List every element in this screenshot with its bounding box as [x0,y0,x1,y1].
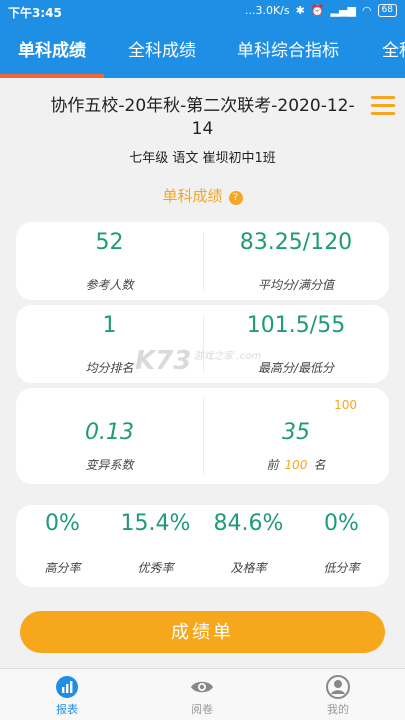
user-icon [326,675,350,699]
excellent-rate-label: 优秀率 [137,561,174,575]
nav-grading-label: 阅卷 [191,703,213,716]
bottom-nav: 报表 阅卷 我的 [0,668,405,720]
nav-reports-label: 报表 [56,703,78,716]
signal-icon: ▂▄▆ [330,4,356,17]
participants-label: 参考人数 [85,278,134,292]
status-bar: 下午3:45 ...3.0K/s ✱ ⏰ ▂▄▆ ◠ 68 [0,0,405,24]
top-rank-value: 35 [282,420,310,445]
bluetooth-icon: ✱ [295,4,305,17]
high-rate-value: 0% [45,511,80,536]
pass-rate-value: 84.6% [213,511,284,536]
menu-icon[interactable] [371,96,395,116]
avg-full-value: 83.25/120 [239,230,353,255]
rates-card: 0% 高分率 15.4% 优秀率 84.6% 及格率 0% 低分率 [16,505,389,587]
stats-card-3: 0.13 变异系数 100 35 前 100 名 [16,388,389,484]
top-rank-label: 前 100 名 [266,458,326,472]
low-rate-label: 低分率 [323,561,360,575]
avg-rank-value: 1 [102,313,117,338]
wifi-icon: ◠ [361,4,372,17]
nav-grading[interactable]: 阅卷 [162,675,242,717]
alarm-icon: ⏰ [310,4,325,17]
variation-value: 0.13 [85,420,134,445]
avg-full-label: 平均分/满分值 [257,278,335,292]
tab-bar: 单科成绩 全科成绩 单科综合指标 全科 [0,24,405,78]
stats-card-1: 52 参考人数 83.25/120 平均分/满分值 [16,222,389,300]
nav-reports[interactable]: 报表 [27,675,107,717]
max-min-value: 101.5/55 [246,313,346,338]
tab-single-indicators[interactable]: 单科综合指标 [237,24,339,78]
chart-icon [56,676,78,698]
nav-profile[interactable]: 我的 [298,675,378,717]
high-rate-label: 高分率 [44,561,81,575]
exam-title: 协作五校-20年秋-第二次联考-2020-12-14 [50,96,355,139]
status-icons: ...3.0K/s ✱ ⏰ ▂▄▆ ◠ 68 [245,4,397,17]
report-card-button[interactable]: 成绩单 [20,611,385,653]
watermark-logo: K73 游戏之家 .com [135,346,262,376]
pass-rate-label: 及格率 [230,561,267,575]
class-subtitle: 七年级 语文 崔坝初中1班 [129,151,276,166]
status-time: 下午3:45 [8,6,62,20]
section-title-text: 单科成绩 [162,187,223,205]
top-rank-badge[interactable]: 100 [334,398,357,412]
tab-active-indicator [0,74,104,78]
eye-icon [191,681,213,693]
tab-all-more[interactable]: 全科 [382,24,405,78]
help-icon[interactable]: ? [228,191,243,205]
network-speed: ...3.0K/s [244,4,290,17]
section-title: 单科成绩? [0,185,405,206]
nav-profile-label: 我的 [327,703,349,716]
excellent-rate-value: 15.4% [120,511,191,536]
tab-all-subjects[interactable]: 全科成绩 [128,24,196,78]
variation-label: 变异系数 [85,458,134,472]
tab-single-subject[interactable]: 单科成绩 [18,24,86,78]
low-rate-value: 0% [324,511,359,536]
participants-value: 52 [95,230,124,255]
battery-icon: 68 [377,4,397,17]
